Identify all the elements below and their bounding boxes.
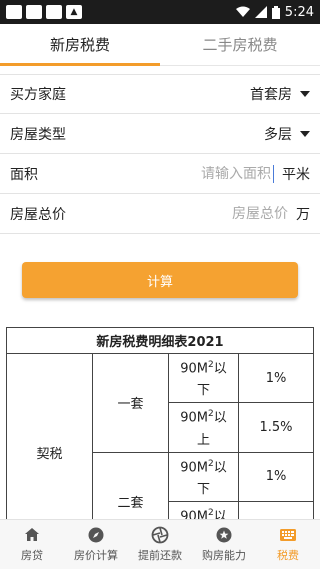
shutter-icon	[151, 526, 169, 544]
tab-new-house-tax[interactable]: 新房税费	[0, 24, 160, 66]
table-title: 新房税费明细表2021	[6, 327, 314, 354]
house-type-label: 房屋类型	[10, 126, 66, 143]
notification-icon	[6, 5, 22, 19]
total-price-row: 房屋总价 万	[0, 194, 320, 234]
status-time: 5:24	[284, 4, 314, 20]
nav-label: 提前还款	[138, 549, 182, 562]
signal-icon	[254, 6, 267, 18]
total-price-label: 房屋总价	[10, 206, 66, 223]
bottom-nav: 房贷 房价计算 提前还款 购房能力 税费	[0, 519, 320, 569]
rate-cell: 1%	[238, 352, 314, 404]
total-price-input[interactable]	[204, 205, 288, 222]
keyboard-icon	[280, 529, 296, 541]
area-input[interactable]	[187, 165, 271, 182]
notification-icon	[46, 5, 62, 19]
nav-item-price-calc[interactable]: 房价计算	[64, 520, 128, 569]
buyer-family-label: 买方家庭	[10, 87, 66, 103]
area-cell: 90M2以上	[168, 402, 239, 453]
nav-item-purchase-capacity[interactable]: 购房能力	[192, 520, 256, 569]
buyer-family-select[interactable]: 首套房	[250, 84, 292, 104]
tab-bar: 新房税费 二手房税费	[0, 24, 320, 66]
nav-label: 购房能力	[202, 549, 246, 562]
text-cursor	[273, 164, 274, 183]
area-label: 面积	[10, 166, 38, 183]
nav-label: 房贷	[21, 549, 43, 562]
dropdown-caret-icon[interactable]	[300, 130, 310, 137]
nav-label: 房价计算	[74, 549, 118, 562]
area-cell: 90M2以下	[168, 352, 239, 404]
group-label-cell: 一套	[92, 353, 169, 453]
nav-item-tax[interactable]: 税费	[256, 520, 320, 569]
tab-second-hand-tax[interactable]: 二手房税费	[160, 24, 320, 65]
buyer-family-row[interactable]: 买方家庭 首套房	[0, 74, 320, 114]
area-row: 面积 平米	[0, 154, 320, 194]
house-type-select[interactable]: 多层	[264, 124, 292, 144]
wifi-icon	[235, 6, 250, 17]
rate-cell: 1%	[238, 451, 314, 502]
house-type-row[interactable]: 房屋类型 多层	[0, 114, 320, 154]
compass-icon	[88, 527, 104, 543]
nav-item-prepayment[interactable]: 提前还款	[128, 520, 192, 569]
total-price-unit: 万	[296, 206, 310, 223]
dropdown-caret-icon[interactable]	[300, 91, 310, 97]
area-unit: 平米	[282, 166, 310, 183]
status-bar: ▲ 5:24	[0, 0, 320, 24]
notification-icons: ▲	[6, 5, 82, 19]
table-row: 契税 一套 90M2以下 1%	[6, 352, 314, 552]
nav-label: 税费	[277, 549, 299, 562]
calculate-button[interactable]: 计算	[22, 262, 298, 298]
home-icon	[25, 528, 39, 541]
image-icon: ▲	[66, 5, 82, 19]
area-cell: 90M2以下	[168, 451, 239, 502]
notification-icon	[26, 5, 42, 19]
tax-form: 买方家庭 首套房 房屋类型 多层 面积 平米 房屋总价 万	[0, 74, 320, 234]
tax-detail-table: 新房税费明细表2021 契税 一套 90M2以下 1% 90M2以上 1.5% …	[6, 327, 314, 552]
nav-item-mortgage[interactable]: 房贷	[0, 520, 64, 569]
battery-icon	[271, 5, 280, 19]
star-icon	[216, 527, 232, 543]
rate-cell: 1.5%	[238, 402, 314, 453]
